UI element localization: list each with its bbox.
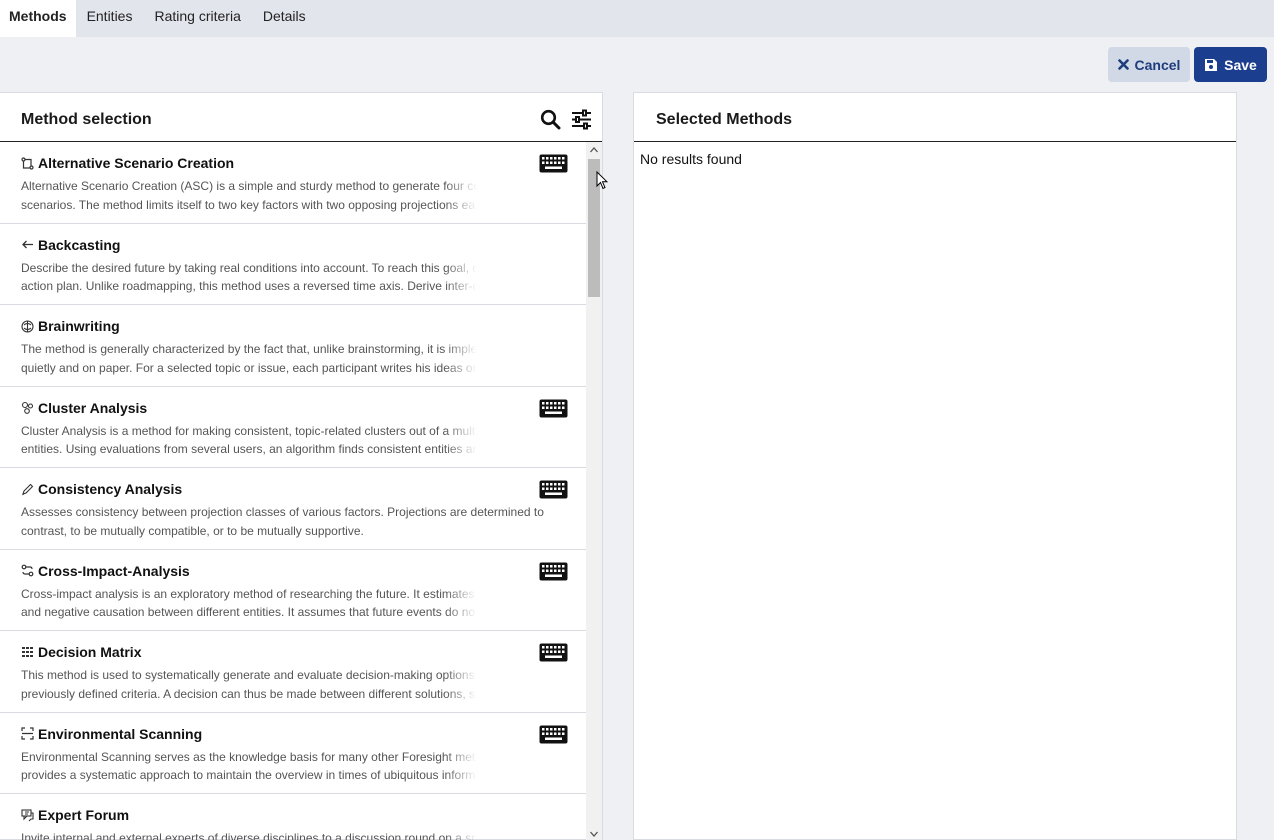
tab-methods[interactable]: Methods: [0, 0, 76, 37]
cancel-button[interactable]: Cancel: [1108, 47, 1190, 82]
method-description: Alternative Scenario Creation (ASC) is a…: [21, 179, 522, 212]
arrow-left-icon: [21, 238, 34, 251]
method-selection-header: Method selection: [0, 93, 602, 142]
list-item[interactable]: Brainwriting The method is generally char…: [0, 305, 586, 387]
cluster-icon: [21, 401, 34, 414]
search-icon[interactable]: [540, 109, 561, 135]
scroll-down-icon[interactable]: [589, 829, 599, 839]
method-title: Environmental Scanning: [38, 725, 203, 742]
scenario-icon: [21, 156, 34, 170]
list-scrollbar[interactable]: [586, 142, 602, 840]
method-description: Describe the desired future by taking re…: [21, 260, 532, 294]
matrix-icon: [21, 646, 34, 659]
pen-icon: [21, 483, 34, 496]
method-title: Expert Forum: [38, 807, 130, 823]
save-label: Save: [1224, 56, 1257, 73]
list-item[interactable]: Consistency Analysis Assesses consistency…: [0, 468, 586, 550]
close-icon: [1117, 59, 1129, 70]
list-item[interactable]: Environmental Scanning Environmental Scan…: [0, 713, 586, 794]
cross-impact-icon: [21, 564, 34, 577]
list-item[interactable]: Decision Matrix This method is used to sy…: [0, 631, 586, 713]
keyboard-icon[interactable]: [539, 154, 568, 178]
mouse-cursor-icon: [596, 171, 608, 190]
list-item[interactable]: Cross-Impact-Analysis Cross-impact analys…: [0, 550, 586, 631]
filter-icon[interactable]: [571, 109, 592, 135]
tab-details[interactable]: Details: [252, 0, 317, 37]
method-title: Consistency Analysis: [38, 481, 183, 497]
method-title: Cluster Analysis: [38, 399, 148, 416]
method-description: Assesses consistency between projection …: [21, 505, 544, 538]
save-icon: [1204, 58, 1218, 72]
keyboard-icon[interactable]: [539, 480, 568, 504]
method-title: Backcasting: [38, 236, 121, 253]
selected-methods-panel: Selected Methods No results found: [633, 92, 1237, 840]
panel-title: Method selection: [21, 111, 152, 128]
method-description: Cross-impact analysis is an exploratory …: [21, 586, 539, 620]
selected-methods-header: Selected Methods: [634, 93, 1236, 142]
list-item[interactable]: Expert Forum Invite internal and external…: [0, 794, 586, 840]
keyboard-icon[interactable]: [539, 562, 568, 586]
forum-icon: [21, 808, 34, 822]
method-title: Alternative Scenario Creation: [38, 155, 235, 171]
save-button[interactable]: Save: [1194, 47, 1267, 82]
method-list: Alternative Scenario Creation Alternative…: [0, 142, 586, 840]
tab-entities[interactable]: Entities: [76, 0, 144, 37]
scan-icon: [21, 727, 34, 740]
keyboard-icon[interactable]: [539, 643, 568, 667]
list-item[interactable]: Cluster Analysis Cluster Analysis is a me…: [0, 387, 586, 468]
scroll-up-icon[interactable]: [589, 145, 599, 155]
method-description: Invite internal and external experts of …: [21, 831, 538, 840]
tab-rating-criteria[interactable]: Rating criteria: [143, 0, 251, 37]
method-title: Decision Matrix: [38, 644, 142, 660]
keyboard-icon[interactable]: [539, 399, 568, 423]
method-description: Environmental Scanning serves as the kno…: [21, 749, 538, 783]
method-title: Brainwriting: [38, 318, 120, 334]
panel-title: Selected Methods: [656, 111, 793, 128]
list-item[interactable]: Alternative Scenario Creation Alternative…: [0, 142, 586, 224]
method-title: Cross-Impact-Analysis: [38, 562, 190, 579]
method-selection-panel: Method selection Alternative Scenario Cr…: [0, 92, 603, 840]
cancel-label: Cancel: [1134, 56, 1181, 73]
method-description: The method is generally characterized by…: [21, 342, 536, 375]
tab-bar: Methods Entities Rating criteria Details: [0, 0, 1274, 37]
keyboard-icon[interactable]: [539, 725, 568, 749]
method-description: This method is used to systematically ge…: [21, 668, 528, 701]
brain-icon: [21, 319, 34, 333]
list-item[interactable]: Backcasting Describe the desired future b…: [0, 224, 586, 305]
empty-message: No results found: [640, 151, 742, 167]
method-description: Cluster Analysis is a method for making …: [21, 423, 538, 457]
